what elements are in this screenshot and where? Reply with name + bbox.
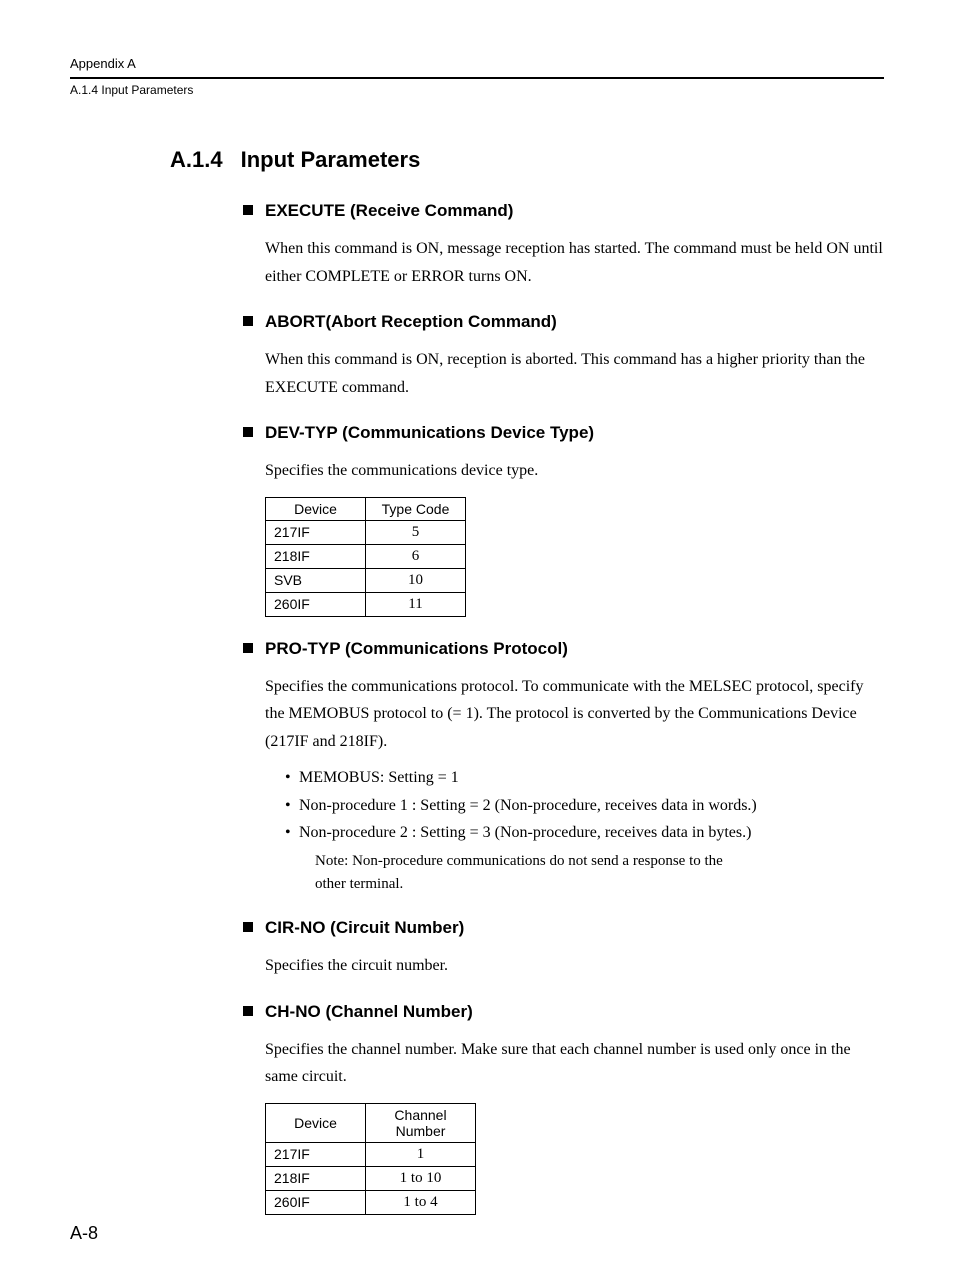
td-device: SVB [266,568,366,592]
td-device: 218IF [266,1166,366,1190]
th-device: Device [266,1103,366,1142]
header-rule [70,77,884,79]
cirno-body: Specifies the circuit number. [265,952,884,980]
td-device: 217IF [266,1142,366,1166]
table-row: 260IF 1 to 4 [266,1190,476,1214]
th-typecode: Type Code [366,497,466,520]
page-number: A-8 [70,1223,98,1244]
header-appendix: Appendix A [70,56,884,71]
table-row: 217IF 5 [266,520,466,544]
section-title: Input Parameters [241,147,421,172]
devtyp-body: Specifies the communications device type… [265,457,884,485]
td-code: 11 [366,592,466,616]
td-device: 218IF [266,544,366,568]
td-device: 260IF [266,1190,366,1214]
td-device: 217IF [266,520,366,544]
devtyp-heading: DEV-TYP (Communications Device Type) [265,423,884,443]
chno-heading: CH-NO (Channel Number) [265,1002,884,1022]
note-body: Non-procedure communications do not send… [315,853,723,892]
th-channel: Channel Number [366,1103,476,1142]
devtyp-title: DEV-TYP (Communications Device Type) [265,423,594,442]
table-row: 218IF 1 to 10 [266,1166,476,1190]
protyp-note: Note: Non-procedure communications do no… [315,850,884,897]
execute-body: When this command is ON, message recepti… [265,235,884,290]
section-heading: A.1.4 Input Parameters [170,147,884,173]
protyp-title: PRO-TYP (Communications Protocol) [265,639,568,658]
table-row: SVB 10 [266,568,466,592]
chno-title: CH-NO (Channel Number) [265,1002,473,1021]
table-row: 260IF 11 [266,592,466,616]
table-header-row: Device Channel Number [266,1103,476,1142]
cirno-heading: CIR-NO (Circuit Number) [265,918,884,938]
td-code: 5 [366,520,466,544]
td-channel: 1 [366,1142,476,1166]
list-item: Non-procedure 2 : Setting = 3 (Non-proce… [285,820,884,846]
chno-table: Device Channel Number 217IF 1 218IF 1 to… [265,1103,476,1215]
note-label: Note: [315,850,348,873]
table-row: 218IF 6 [266,544,466,568]
subsection-abort: ABORT(Abort Reception Command) When this… [265,312,884,401]
table-row: 217IF 1 [266,1142,476,1166]
abort-title: ABORT(Abort Reception Command) [265,312,557,331]
header-section-label: A.1.4 Input Parameters [70,83,884,97]
execute-title: EXECUTE (Receive Command) [265,201,513,220]
square-bullet-icon [243,427,253,437]
td-device: 260IF [266,592,366,616]
td-code: 6 [366,544,466,568]
square-bullet-icon [243,643,253,653]
subsection-devtyp: DEV-TYP (Communications Device Type) Spe… [265,423,884,617]
execute-heading: EXECUTE (Receive Command) [265,201,884,221]
list-item: MEMOBUS: Setting = 1 [285,765,884,791]
table-header-row: Device Type Code [266,497,466,520]
th-device: Device [266,497,366,520]
subsection-cirno: CIR-NO (Circuit Number) Specifies the ci… [265,918,884,980]
cirno-title: CIR-NO (Circuit Number) [265,918,464,937]
square-bullet-icon [243,1006,253,1016]
list-item: Non-procedure 1 : Setting = 2 (Non-proce… [285,793,884,819]
td-channel: 1 to 10 [366,1166,476,1190]
chno-body: Specifies the channel number. Make sure … [265,1036,884,1091]
subsection-execute: EXECUTE (Receive Command) When this comm… [265,201,884,290]
square-bullet-icon [243,922,253,932]
square-bullet-icon [243,316,253,326]
square-bullet-icon [243,205,253,215]
td-channel: 1 to 4 [366,1190,476,1214]
abort-body: When this command is ON, reception is ab… [265,346,884,401]
devtyp-table: Device Type Code 217IF 5 218IF 6 SVB 10 … [265,497,466,617]
subsection-chno: CH-NO (Channel Number) Specifies the cha… [265,1002,884,1215]
section-number: A.1.4 [170,147,223,173]
subsection-protyp: PRO-TYP (Communications Protocol) Specif… [265,639,884,897]
td-code: 10 [366,568,466,592]
protyp-heading: PRO-TYP (Communications Protocol) [265,639,884,659]
protyp-bullet-list: MEMOBUS: Setting = 1 Non-procedure 1 : S… [285,765,884,846]
abort-heading: ABORT(Abort Reception Command) [265,312,884,332]
protyp-body: Specifies the communications protocol. T… [265,673,884,756]
